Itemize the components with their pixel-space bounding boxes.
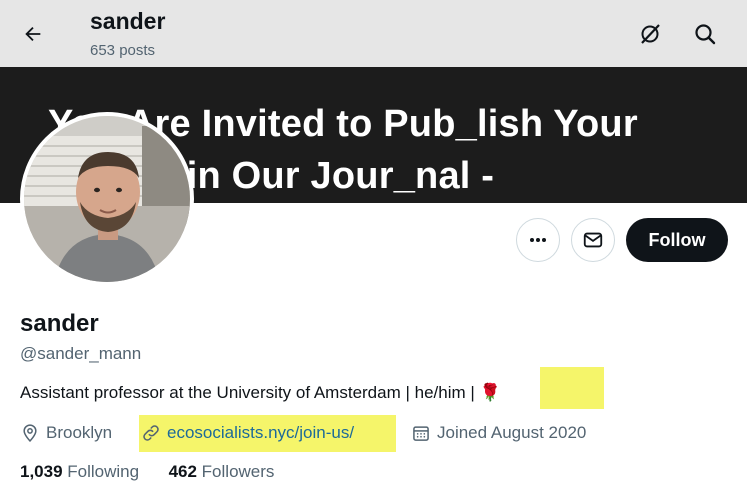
avatar[interactable] [20,112,194,286]
bio: Assistant professor at the University of… [20,383,501,403]
display-name: sander [20,310,99,337]
page-title: sander [90,8,166,34]
post-count: 653 posts [90,42,156,59]
followers-label: Followers [201,462,275,481]
grok-button[interactable] [632,16,668,52]
website-link[interactable]: ecosocialists.nyc/join-us/ [167,423,354,443]
website[interactable]: ecosocialists.nyc/join-us/ [141,423,354,443]
grok-icon [641,24,660,44]
user-handle: @sander_mann [20,344,142,363]
following-label: Following [67,462,140,481]
back-button[interactable] [14,16,52,52]
search-button[interactable] [687,16,723,52]
search-icon [695,24,716,45]
more-button[interactable] [516,218,560,262]
emoji-highlight [540,367,604,409]
more-dots-icon [530,238,546,242]
following-count: 1,039 [20,462,63,481]
followers-count: 462 [168,462,197,481]
location-pin-icon [23,424,37,442]
envelope-icon [583,232,603,248]
back-arrow-icon [25,26,41,42]
follow-button[interactable]: Follow [626,218,728,262]
join-date: Joined August 2020 [411,423,586,443]
follow-stats: 1,039 Following 462 Followers [20,462,274,482]
profile-header: sander 653 posts [0,0,747,67]
avatar-photo [24,116,190,282]
message-button[interactable] [571,218,615,262]
link-icon [143,425,159,441]
following-link[interactable]: 1,039 Following [20,462,144,481]
location-text: Brooklyn [46,423,113,442]
rose-emoji: 🌹 [479,383,501,402]
followers-link[interactable]: 462 Followers [169,462,275,481]
bio-text: Assistant professor at the University of… [20,383,475,402]
location: Brooklyn [20,423,112,443]
join-date-text: Joined August 2020 [437,423,587,442]
calendar-icon [413,426,429,441]
